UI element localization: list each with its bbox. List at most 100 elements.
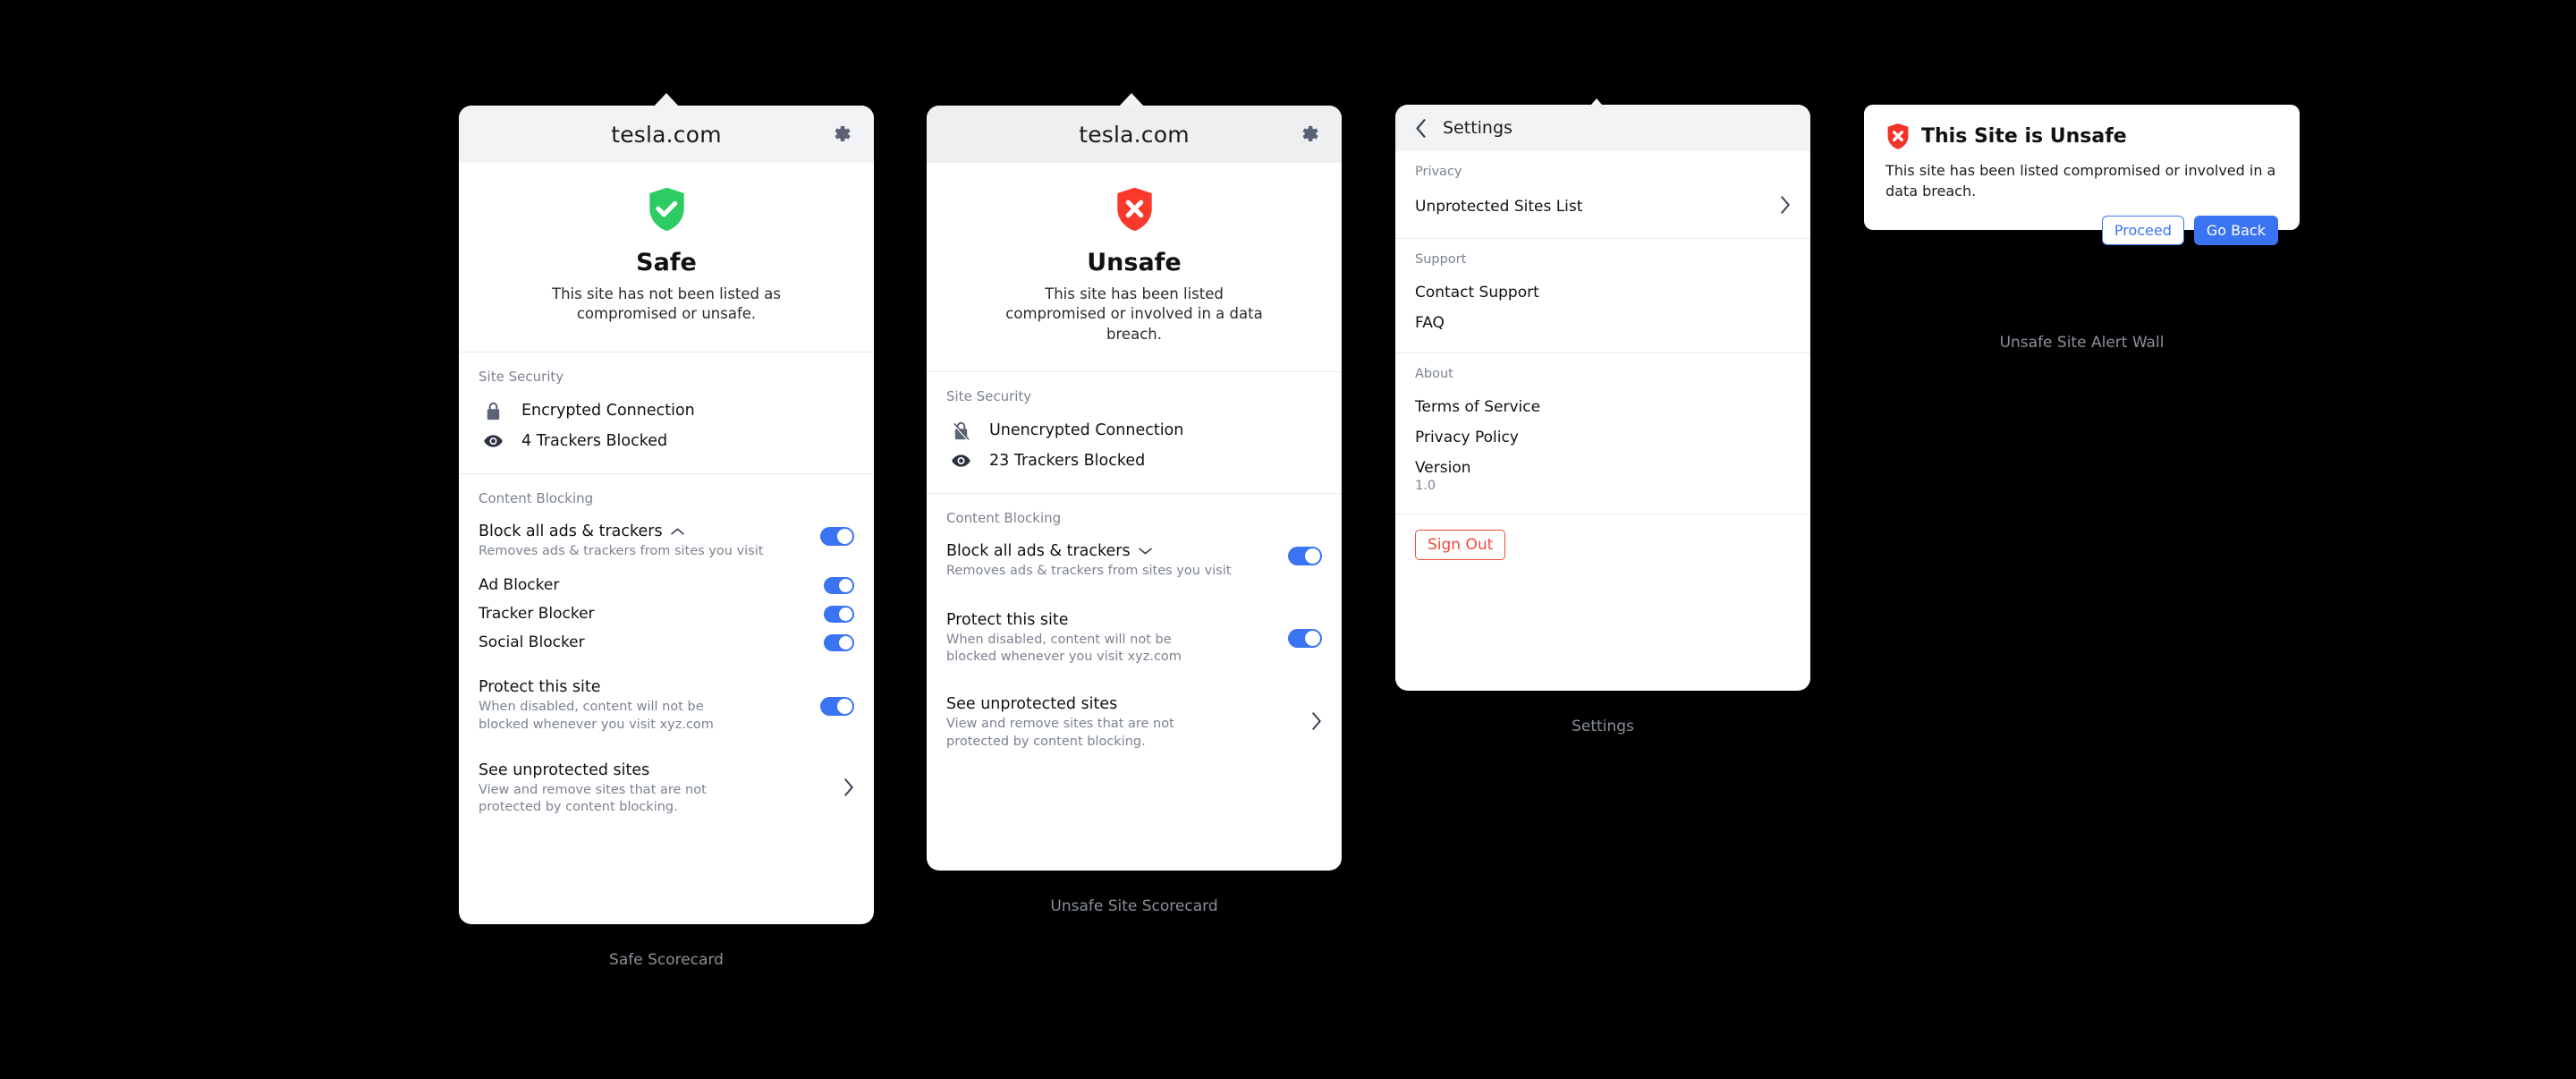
see-unprotected-title: See unprotected sites xyxy=(946,694,1118,713)
tracker-blocker-toggle[interactable] xyxy=(824,605,854,623)
security-row-trackers: 4 Trackers Blocked xyxy=(479,427,854,455)
block-all-description: Removes ads & trackers from sites you vi… xyxy=(946,563,1232,578)
block-all-title: Block all ads & trackers xyxy=(479,522,663,540)
chevron-left-icon[interactable] xyxy=(1415,118,1427,138)
security-connection-text: Unencrypted Connection xyxy=(989,421,1184,440)
ad-blocker-toggle[interactable] xyxy=(824,576,854,594)
eye-icon xyxy=(482,434,504,448)
block-all-row[interactable]: Block all ads & trackers Removes ads & t… xyxy=(479,517,854,566)
settings-item-terms-of-service[interactable]: Terms of Service xyxy=(1415,392,1791,422)
lock-open-slash-icon xyxy=(950,421,971,441)
protect-site-toggle[interactable] xyxy=(1288,629,1322,649)
chevron-right-icon[interactable] xyxy=(1311,712,1322,734)
settings-item-label: Terms of Service xyxy=(1415,398,1541,416)
unsafe-site-security-section: Site Security Unencrypted Connection 23 … xyxy=(927,372,1342,494)
content-blocking-label: Content Blocking xyxy=(479,489,594,506)
settings-item-contact-support[interactable]: Contact Support xyxy=(1415,277,1791,308)
shield-x-icon xyxy=(1885,123,1911,150)
settings-notch xyxy=(1591,98,1602,105)
protect-site-row[interactable]: Protect this site When disabled, content… xyxy=(479,673,854,739)
block-all-toggle[interactable] xyxy=(1288,546,1322,565)
settings-item-label: Unprotected Sites List xyxy=(1415,198,1583,216)
block-all-title: Block all ads & trackers xyxy=(946,541,1131,560)
ad-blocker-row[interactable]: Ad Blocker xyxy=(479,571,854,599)
protect-site-row[interactable]: Protect this site When disabled, content… xyxy=(946,606,1322,672)
settings-item-version: Version 1.0 xyxy=(1415,453,1791,499)
protect-site-title: Protect this site xyxy=(946,610,1069,629)
protect-site-description: When disabled, content will not be block… xyxy=(479,700,714,732)
shield-x-icon xyxy=(950,186,1318,236)
security-row-connection: Encrypted Connection xyxy=(479,395,854,427)
protect-site-title: Protect this site xyxy=(479,678,601,697)
safe-scorecard-card: tesla.com Safe This site has not been li… xyxy=(459,106,874,924)
chevron-right-icon[interactable] xyxy=(1780,196,1791,217)
alert-body-text: This site has been listed compromised or… xyxy=(1885,162,2276,200)
site-security-label: Site Security xyxy=(479,368,564,385)
unsafe-scorecard-card: tesla.com Unsafe This site has been list… xyxy=(927,106,1342,871)
social-blocker-label: Social Blocker xyxy=(479,633,585,652)
security-connection-text: Encrypted Connection xyxy=(521,402,695,421)
see-unprotected-sites-row[interactable]: See unprotected sites View and remove si… xyxy=(946,695,1322,751)
unsafe-content-blocking-section: Content Blocking Block all ads & tracker… xyxy=(927,494,1342,769)
lock-icon xyxy=(482,401,504,421)
gear-icon[interactable] xyxy=(1297,122,1322,147)
unsafe-hero: Unsafe This site has been listed comprom… xyxy=(927,163,1342,372)
block-all-row[interactable]: Block all ads & trackers Removes ads & t… xyxy=(946,537,1322,586)
settings-group-about: About Terms of Service Privacy Policy Ve… xyxy=(1395,353,1810,514)
safe-scorecard-caption: Safe Scorecard xyxy=(609,951,724,969)
site-domain-label: tesla.com xyxy=(611,121,722,148)
settings-group-support: Support Contact Support FAQ xyxy=(1395,239,1810,353)
settings-item-privacy-policy[interactable]: Privacy Policy xyxy=(1415,422,1791,453)
content-blocking-label: Content Blocking xyxy=(946,509,1062,526)
alert-caption: Unsafe Site Alert Wall xyxy=(1999,334,2165,352)
security-row-connection: Unencrypted Connection xyxy=(946,415,1322,446)
safe-status-subtitle: This site has not been listed as comprom… xyxy=(552,285,781,323)
settings-caption: Settings xyxy=(1572,718,1634,735)
chevron-down-icon[interactable] xyxy=(1138,542,1152,560)
security-trackers-text: 4 Trackers Blocked xyxy=(521,431,668,450)
settings-item-unprotected-sites-list[interactable]: Unprotected Sites List xyxy=(1415,190,1791,224)
version-value: 1.0 xyxy=(1415,479,1436,493)
settings-item-label: Privacy Policy xyxy=(1415,429,1519,446)
protect-site-description: When disabled, content will not be block… xyxy=(946,632,1182,665)
unsafe-status-subtitle: This site has been listed compromised or… xyxy=(1005,285,1263,343)
gear-icon[interactable] xyxy=(829,122,854,147)
safe-site-security-section: Site Security Encrypted Connection 4 Tra… xyxy=(459,353,874,474)
eye-icon xyxy=(950,454,971,468)
unsafe-scorecard-caption: Unsafe Site Scorecard xyxy=(1050,897,1218,915)
unsafe-scorecard-header: tesla.com xyxy=(927,106,1342,163)
safe-hero: Safe This site has not been listed as co… xyxy=(459,163,874,353)
settings-item-label: Version xyxy=(1415,459,1471,477)
security-trackers-text: 23 Trackers Blocked xyxy=(989,451,1146,470)
safe-status-title: Safe xyxy=(636,249,697,276)
settings-item-faq[interactable]: FAQ xyxy=(1415,308,1791,338)
chevron-up-icon[interactable] xyxy=(670,523,684,540)
sign-out-button[interactable]: Sign Out xyxy=(1415,530,1506,560)
settings-card: Settings Privacy Unprotected Sites List … xyxy=(1395,105,1810,691)
protect-site-toggle[interactable] xyxy=(820,696,854,716)
chevron-right-icon[interactable] xyxy=(843,778,854,800)
settings-item-label: Contact Support xyxy=(1415,284,1539,302)
unsafe-site-alert-dialog: This Site is Unsafe This site has been l… xyxy=(1864,105,2300,246)
block-all-toggle[interactable] xyxy=(820,526,854,546)
go-back-button[interactable]: Go Back xyxy=(2193,216,2278,246)
see-unprotected-sites-row[interactable]: See unprotected sites View and remove si… xyxy=(479,761,854,817)
see-unprotected-title: See unprotected sites xyxy=(479,760,650,779)
proceed-button[interactable]: Proceed xyxy=(2101,216,2184,246)
settings-item-label: FAQ xyxy=(1415,314,1445,332)
security-row-trackers: 23 Trackers Blocked xyxy=(946,446,1322,475)
social-blocker-toggle[interactable] xyxy=(824,633,854,651)
alert-actions: Proceed Go Back xyxy=(1885,216,2278,246)
shield-check-icon xyxy=(482,186,851,236)
safe-scorecard-header: tesla.com xyxy=(459,106,874,163)
tracker-blocker-row[interactable]: Tracker Blocker xyxy=(479,599,854,628)
settings-header: Settings xyxy=(1395,105,1810,151)
screenshot-stage: tesla.com Safe This site has not been li… xyxy=(0,0,2576,1079)
alert-title: This Site is Unsafe xyxy=(1921,125,2127,148)
see-unprotected-description: View and remove sites that are not prote… xyxy=(479,782,707,815)
settings-title: Settings xyxy=(1443,118,1513,138)
settings-group-signout: Sign Out xyxy=(1395,514,1810,574)
settings-group-label: Privacy xyxy=(1415,165,1462,179)
social-blocker-row[interactable]: Social Blocker xyxy=(479,628,854,657)
settings-group-privacy: Privacy Unprotected Sites List xyxy=(1395,151,1810,239)
